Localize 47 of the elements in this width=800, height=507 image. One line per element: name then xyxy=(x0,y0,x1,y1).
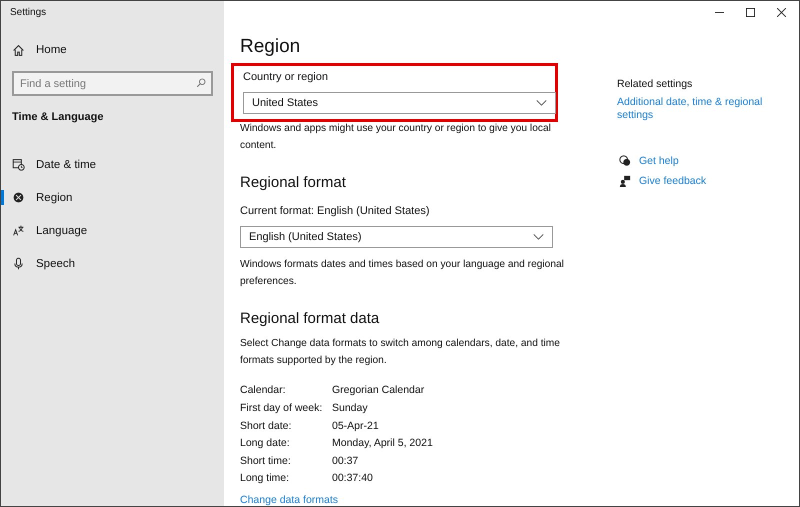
format-value: 00:37:40 xyxy=(332,471,374,486)
format-label: Short date: xyxy=(240,418,292,434)
person-feedback-icon xyxy=(619,175,631,188)
section-heading: Time & Language xyxy=(11,110,104,125)
format-label: Long date: xyxy=(240,436,291,452)
description: Windows formats dates and times based on your language and regional preferences. xyxy=(240,258,565,290)
sidebar-item[interactable]: Date & time xyxy=(1,148,224,181)
sidebar-item[interactable]: Region xyxy=(1,181,224,214)
calendar-clock-icon xyxy=(12,158,25,171)
section-heading: Regional format data xyxy=(240,310,380,328)
format-value: Sunday xyxy=(332,401,369,416)
country-dropdown[interactable]: United States xyxy=(243,92,556,114)
help-link[interactable]: Get help xyxy=(639,155,679,168)
format-label: Long time: xyxy=(240,471,290,486)
format-label: Short time: xyxy=(240,454,292,469)
format-label: Calendar: xyxy=(240,383,287,398)
description: Windows and apps might use your country or region to give you local content. xyxy=(240,122,552,154)
maximize-icon[interactable] xyxy=(746,8,755,17)
change-formats-link[interactable]: Change data formats xyxy=(240,494,338,506)
language-icon xyxy=(12,224,25,237)
home-icon xyxy=(12,44,25,56)
format-value: 00:37 xyxy=(332,454,360,469)
chevron-icon xyxy=(533,234,544,240)
related-link[interactable]: Additional date, time & regional settings xyxy=(617,96,777,122)
close-icon[interactable] xyxy=(777,8,786,17)
sidebar-item[interactable]: Language xyxy=(1,214,224,247)
format-value: Monday, April 5, 2021 xyxy=(332,436,434,452)
page-title: Region xyxy=(240,36,302,60)
format-dropdown[interactable]: English (United States) xyxy=(240,226,553,248)
chat-help-icon xyxy=(619,155,631,168)
globe-icon xyxy=(12,191,25,204)
related-heading: Related settings xyxy=(617,78,694,90)
microphone-icon xyxy=(12,257,25,270)
sidebar-item[interactable]: Speech xyxy=(1,247,224,280)
format-value: Gregorian Calendar xyxy=(332,383,426,398)
help-link[interactable]: Give feedback xyxy=(639,175,706,188)
format-label: First day of week: xyxy=(240,401,324,416)
field-label: Current format: English (United States) xyxy=(240,205,431,220)
home-link[interactable]: Home xyxy=(1,35,224,65)
section-heading: Regional format xyxy=(240,174,347,192)
chevron-icon xyxy=(536,100,547,106)
window-title: Settings xyxy=(9,6,48,20)
search-icon xyxy=(196,78,206,88)
search-field[interactable]: Find a setting xyxy=(12,71,213,96)
format-value: 05-Apr-21 xyxy=(332,418,380,434)
description: Select Change data formats to switch among calendars, date, and time formats supported by the region. xyxy=(240,337,561,368)
field-label: Country or region xyxy=(243,71,329,86)
